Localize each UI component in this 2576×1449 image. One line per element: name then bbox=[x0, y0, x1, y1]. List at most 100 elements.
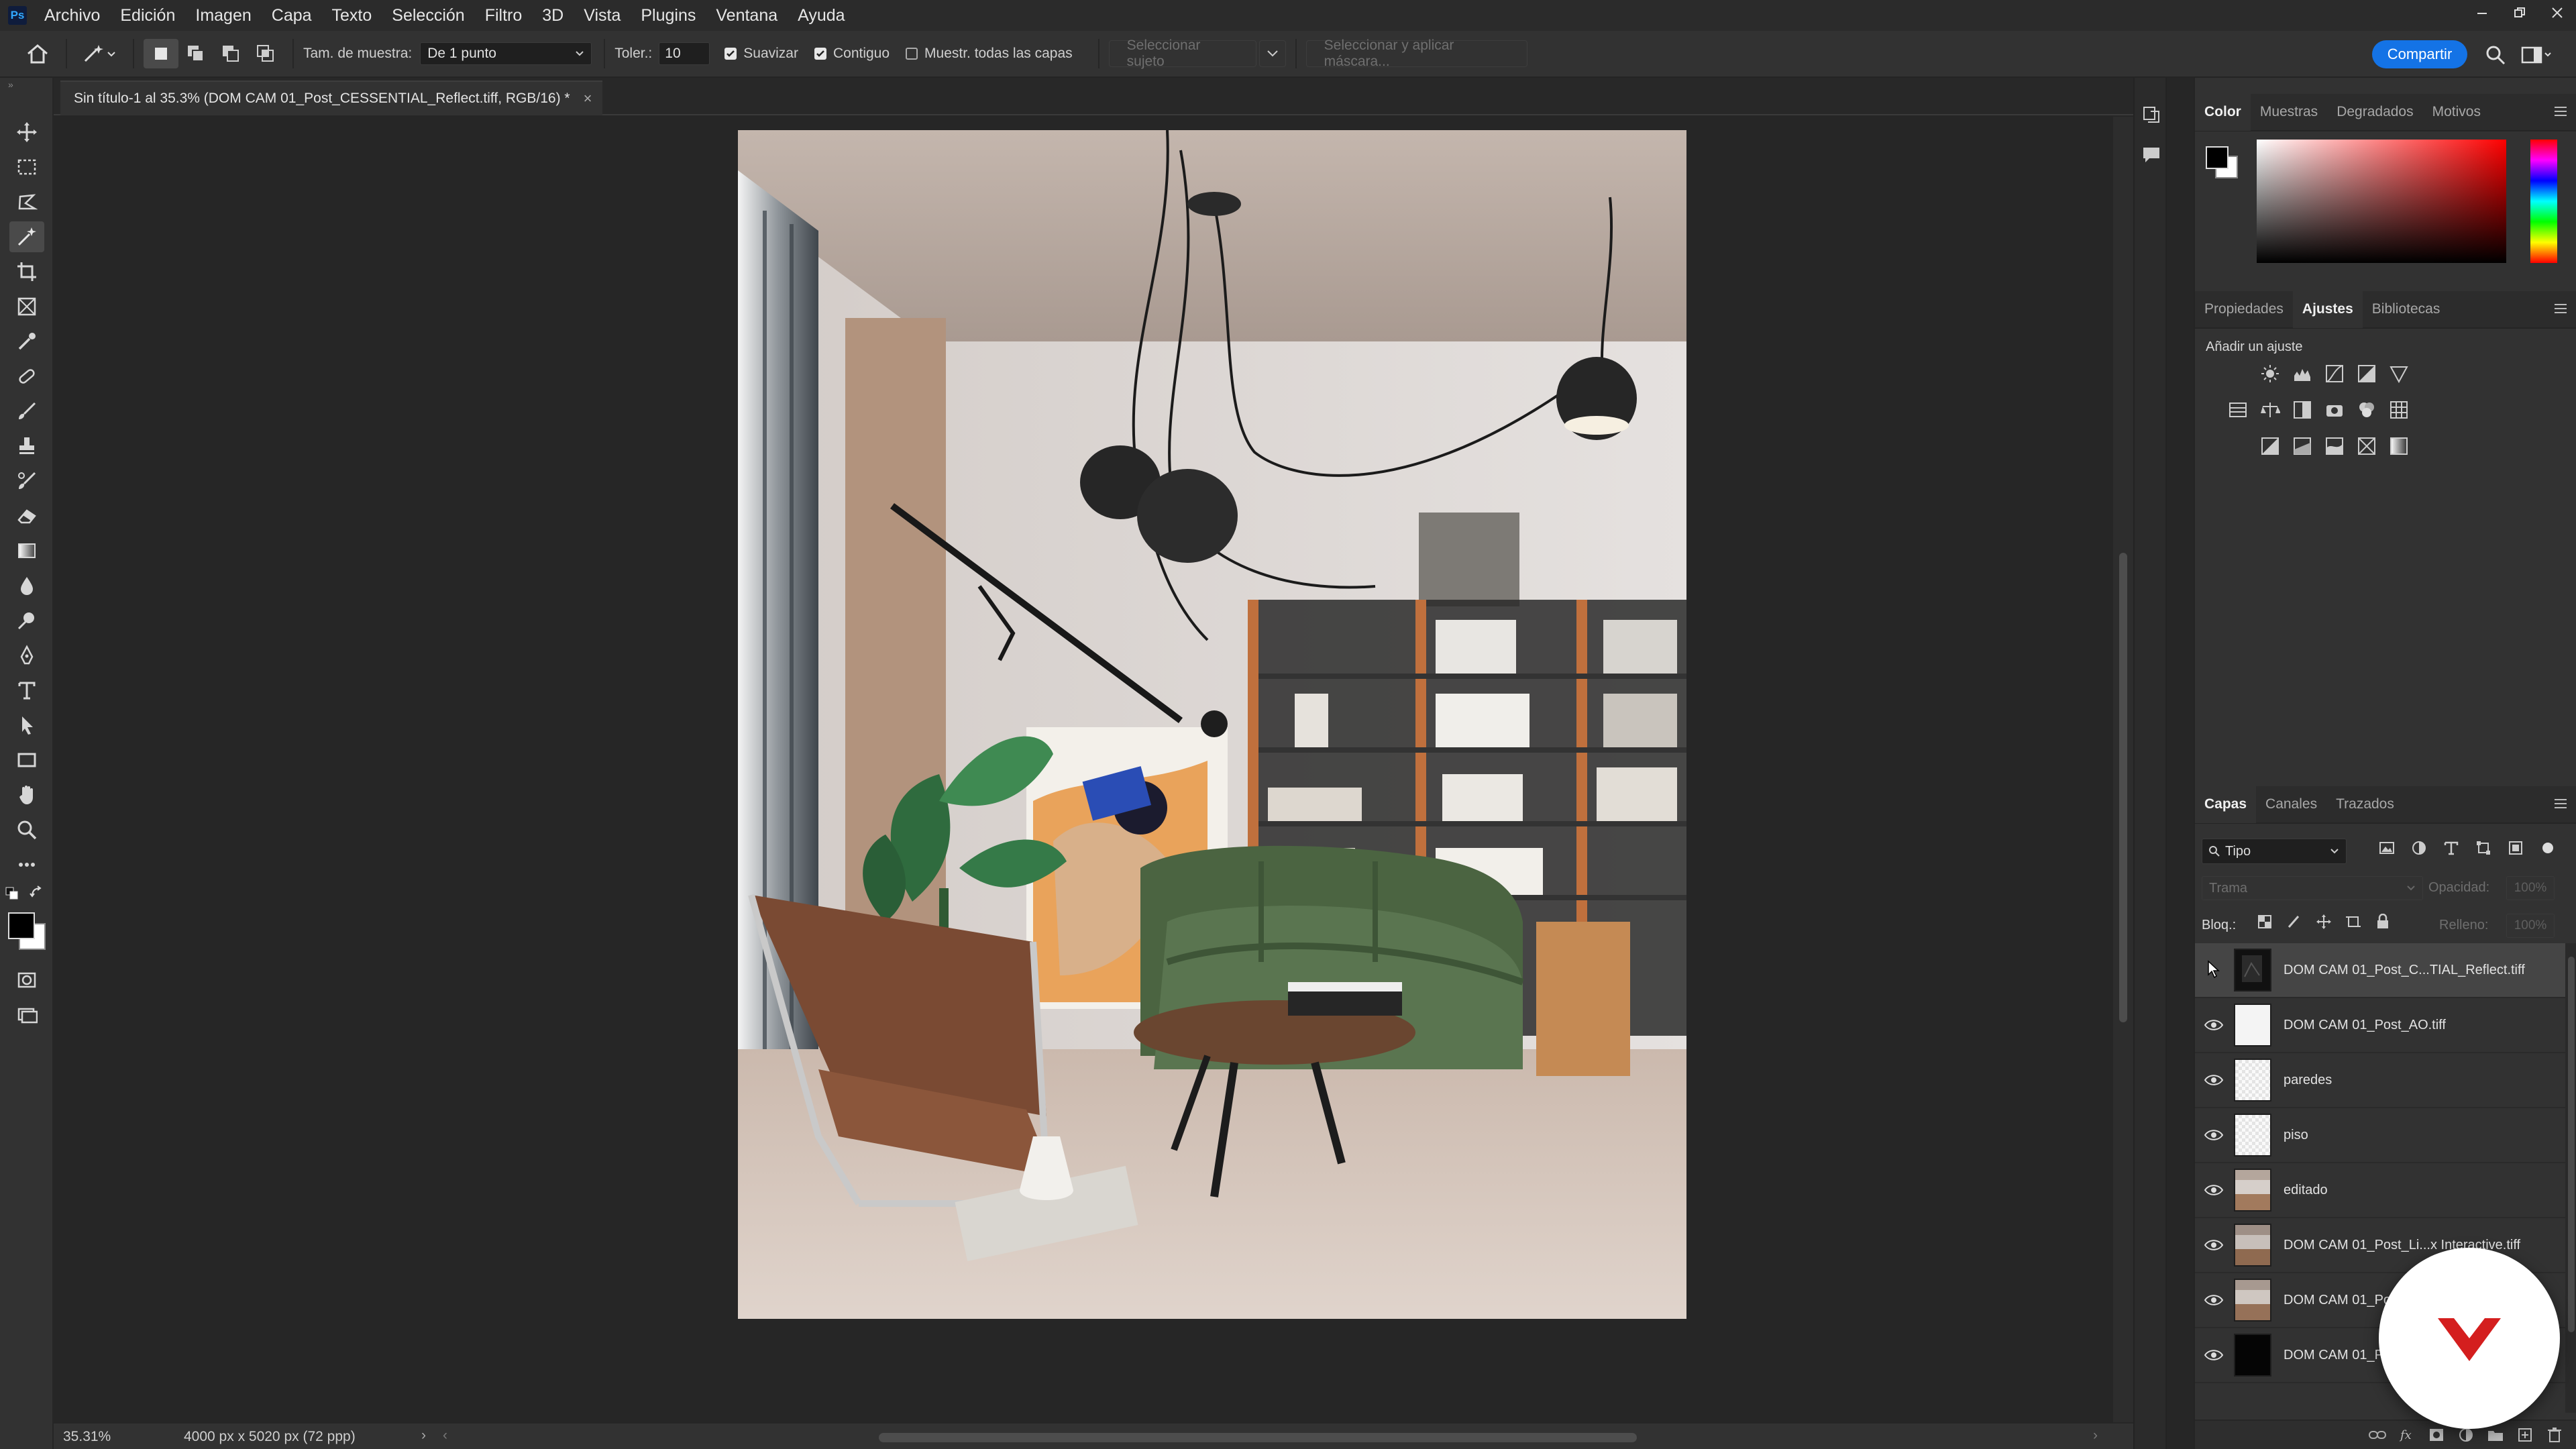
layer-row[interactable]: piso bbox=[2195, 1108, 2565, 1163]
curves-icon[interactable] bbox=[2318, 358, 2351, 389]
exposure-icon[interactable] bbox=[2351, 358, 2383, 389]
hand-tool-icon[interactable] bbox=[9, 780, 44, 810]
move-tool-icon[interactable] bbox=[9, 117, 44, 148]
eye-icon[interactable] bbox=[2195, 1128, 2233, 1142]
vibrance-icon[interactable] bbox=[2383, 358, 2415, 389]
crop-tool-icon[interactable] bbox=[9, 256, 44, 287]
healing-brush-icon[interactable] bbox=[9, 361, 44, 392]
eraser-tool-icon[interactable] bbox=[9, 500, 44, 531]
path-selection-icon[interactable] bbox=[9, 710, 44, 741]
layer-filter-select[interactable]: Tipo bbox=[2202, 839, 2347, 864]
gradient-tool-icon[interactable] bbox=[9, 535, 44, 566]
sample-all-layers-checkbox[interactable]: Muestr. todas las capas bbox=[906, 46, 1073, 62]
close-window-icon[interactable] bbox=[2538, 0, 2576, 25]
type-filter-icon[interactable] bbox=[2435, 840, 2467, 856]
marquee-tool-icon[interactable] bbox=[9, 152, 44, 182]
levels-icon[interactable] bbox=[2286, 358, 2318, 389]
menu-imagen[interactable]: Imagen bbox=[195, 6, 251, 25]
swap-colors-icon[interactable] bbox=[30, 885, 44, 900]
menu-ayuda[interactable]: Ayuda bbox=[798, 6, 845, 25]
tab-paths[interactable]: Trazados bbox=[2326, 786, 2404, 823]
document-canvas[interactable] bbox=[738, 130, 1686, 1319]
search-icon[interactable] bbox=[2482, 42, 2509, 68]
default-colors-icon[interactable] bbox=[5, 887, 19, 900]
eyedropper-tool-icon[interactable] bbox=[9, 326, 44, 357]
panel-menu-icon[interactable] bbox=[2553, 105, 2568, 118]
blend-mode-select[interactable]: Trama bbox=[2202, 876, 2423, 900]
panel-menu-icon[interactable] bbox=[2553, 302, 2568, 315]
layer-name[interactable]: paredes bbox=[2284, 1073, 2332, 1088]
adjustment-filter-icon[interactable] bbox=[2403, 840, 2435, 856]
panel-menu-icon[interactable] bbox=[2553, 797, 2568, 810]
smart-object-filter-icon[interactable] bbox=[2500, 840, 2532, 856]
visibility-toggle[interactable] bbox=[2195, 959, 2233, 981]
black-white-icon[interactable] bbox=[2286, 394, 2318, 425]
tab-channels[interactable]: Canales bbox=[2256, 786, 2326, 823]
subtract-from-selection-icon[interactable] bbox=[213, 44, 248, 63]
zoom-level[interactable]: 35.31% bbox=[63, 1429, 111, 1445]
photo-filter-icon[interactable] bbox=[2318, 394, 2351, 425]
color-picker-field[interactable] bbox=[2257, 140, 2506, 263]
eye-icon[interactable] bbox=[2195, 1238, 2233, 1252]
blur-tool-icon[interactable] bbox=[9, 570, 44, 601]
workspace-icon[interactable] bbox=[2518, 42, 2556, 68]
antialias-checkbox[interactable]: Suavizar bbox=[724, 46, 798, 62]
select-and-mask-button[interactable]: Seleccionar y aplicar máscara... bbox=[1305, 38, 1527, 69]
selective-color-icon[interactable] bbox=[2351, 431, 2383, 462]
lasso-tool-icon[interactable] bbox=[9, 186, 44, 217]
intersect-selection-icon[interactable] bbox=[248, 44, 283, 63]
minimize-icon[interactable] bbox=[2463, 0, 2501, 25]
lock-all-icon[interactable] bbox=[2368, 914, 2398, 930]
horizontal-scroll-thumb[interactable] bbox=[879, 1433, 1637, 1442]
tolerance-input[interactable]: 10 bbox=[659, 42, 710, 65]
layer-row[interactable]: editado bbox=[2195, 1163, 2565, 1218]
filter-toggle-icon[interactable] bbox=[2532, 840, 2564, 856]
new-selection-icon[interactable] bbox=[144, 39, 178, 68]
new-adjustment-layer-icon[interactable] bbox=[2451, 1427, 2481, 1443]
layer-name[interactable]: editado bbox=[2284, 1183, 2328, 1198]
comments-panel-icon[interactable] bbox=[2141, 145, 2161, 165]
menu-plugins[interactable]: Plugins bbox=[641, 6, 696, 25]
menu-3d[interactable]: 3D bbox=[542, 6, 564, 25]
vertical-scrollbar[interactable] bbox=[2113, 117, 2133, 1422]
color-panel-swatches[interactable] bbox=[2203, 144, 2241, 181]
layer-style-icon[interactable]: fx bbox=[2392, 1428, 2422, 1442]
vertical-scroll-thumb[interactable] bbox=[2119, 553, 2127, 1022]
lock-transparent-icon[interactable] bbox=[2250, 914, 2279, 930]
dodge-tool-icon[interactable] bbox=[9, 605, 44, 636]
history-brush-icon[interactable] bbox=[9, 466, 44, 496]
tab-swatches[interactable]: Muestras bbox=[2251, 93, 2327, 131]
select-subject-button[interactable]: Seleccionar sujeto bbox=[1108, 38, 1256, 69]
layer-row[interactable]: DOM CAM 01_Post_AO.tiff bbox=[2195, 998, 2565, 1053]
fill-input[interactable]: 100% bbox=[2506, 914, 2555, 938]
new-layer-icon[interactable] bbox=[2510, 1427, 2540, 1443]
scroll-right-icon[interactable]: › bbox=[2093, 1428, 2098, 1444]
shape-filter-icon[interactable] bbox=[2467, 840, 2500, 856]
close-tab-icon[interactable]: × bbox=[584, 90, 592, 107]
threshold-icon[interactable] bbox=[2318, 431, 2351, 462]
delete-layer-icon[interactable] bbox=[2540, 1427, 2569, 1443]
restore-icon[interactable] bbox=[2501, 0, 2538, 25]
menu-ventana[interactable]: Ventana bbox=[716, 6, 777, 25]
eye-icon[interactable] bbox=[2195, 1018, 2233, 1032]
more-tools-icon[interactable] bbox=[9, 849, 44, 880]
menu-capa[interactable]: Capa bbox=[272, 6, 312, 25]
menu-filtro[interactable]: Filtro bbox=[485, 6, 523, 25]
tab-color[interactable]: Color bbox=[2195, 93, 2251, 131]
hue-slider[interactable] bbox=[2530, 140, 2557, 263]
zoom-tool-icon[interactable] bbox=[9, 814, 44, 845]
eye-icon[interactable] bbox=[2195, 1073, 2233, 1087]
menu-seleccion[interactable]: Selección bbox=[392, 6, 464, 25]
eye-icon[interactable] bbox=[2195, 1183, 2233, 1197]
tab-layers[interactable]: Capas bbox=[2195, 786, 2257, 823]
menu-edicion[interactable]: Edición bbox=[120, 6, 175, 25]
tab-properties[interactable]: Propiedades bbox=[2195, 290, 2293, 328]
tab-gradients[interactable]: Degradados bbox=[2327, 93, 2422, 131]
screen-mode-icon[interactable] bbox=[9, 1000, 44, 1030]
brightness-icon[interactable] bbox=[2254, 358, 2286, 389]
frame-tool-icon[interactable] bbox=[9, 291, 44, 322]
tool-preset-picker[interactable] bbox=[76, 42, 123, 65]
document-tab[interactable]: Sin título-1 al 35.3% (DOM CAM 01_Post_C… bbox=[60, 80, 603, 115]
status-chevron-icon[interactable]: › bbox=[421, 1428, 426, 1444]
menu-archivo[interactable]: Archivo bbox=[44, 6, 100, 25]
